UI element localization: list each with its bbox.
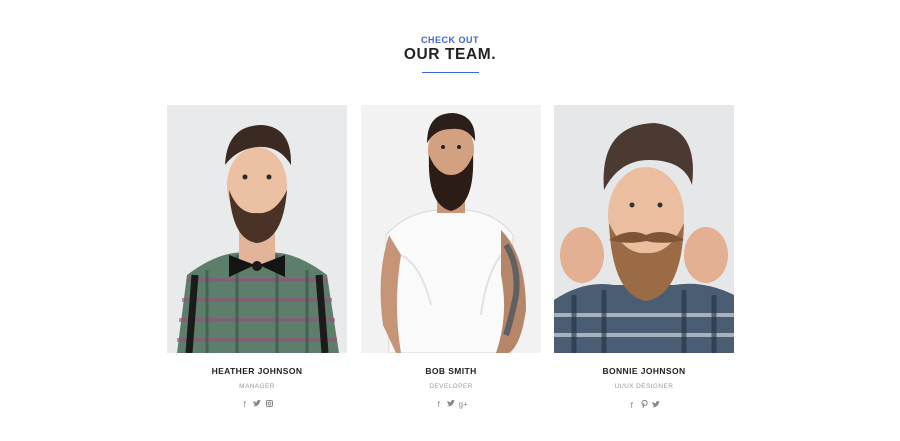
team-section: CHECK OUT OUR TEAM. HEATHER JOHNSON MANA… xyxy=(0,0,900,441)
team-member-photo xyxy=(361,105,541,353)
facebook-icon[interactable]: f xyxy=(627,401,637,410)
section-kicker: CHECK OUT xyxy=(421,35,479,45)
title-underline xyxy=(422,72,479,73)
team-member-name: BOB SMITH xyxy=(425,366,477,376)
pinterest-icon[interactable] xyxy=(639,399,649,410)
team-member-name: HEATHER JOHNSON xyxy=(211,366,303,376)
facebook-icon[interactable]: f xyxy=(240,400,250,409)
twitter-icon[interactable] xyxy=(446,400,456,409)
social-links: f g+ xyxy=(361,400,541,409)
team-member-role: MANAGER xyxy=(239,383,275,390)
team-member-photo xyxy=(167,105,347,353)
social-links: f xyxy=(554,399,734,410)
section-title: OUR TEAM. xyxy=(403,46,497,63)
team-member-role: UI/UX DESIGNER xyxy=(614,383,674,390)
team-member-photo xyxy=(554,105,734,353)
twitter-icon[interactable] xyxy=(252,400,262,409)
social-links: f xyxy=(167,400,347,409)
team-card-bob: BOB SMITH DEVELOPER f g+ xyxy=(361,105,541,409)
team-card-heather: HEATHER JOHNSON MANAGER f xyxy=(167,105,347,409)
facebook-icon[interactable]: f xyxy=(434,400,444,409)
team-card-bonnie: BONNIE JOHNSON UI/UX DESIGNER f xyxy=(554,105,734,410)
instagram-icon[interactable] xyxy=(264,400,274,409)
team-member-role: DEVELOPER xyxy=(429,383,473,390)
twitter-icon[interactable] xyxy=(651,401,661,410)
google-plus-icon[interactable]: g+ xyxy=(458,400,468,409)
team-member-name: BONNIE JOHNSON xyxy=(602,366,686,376)
